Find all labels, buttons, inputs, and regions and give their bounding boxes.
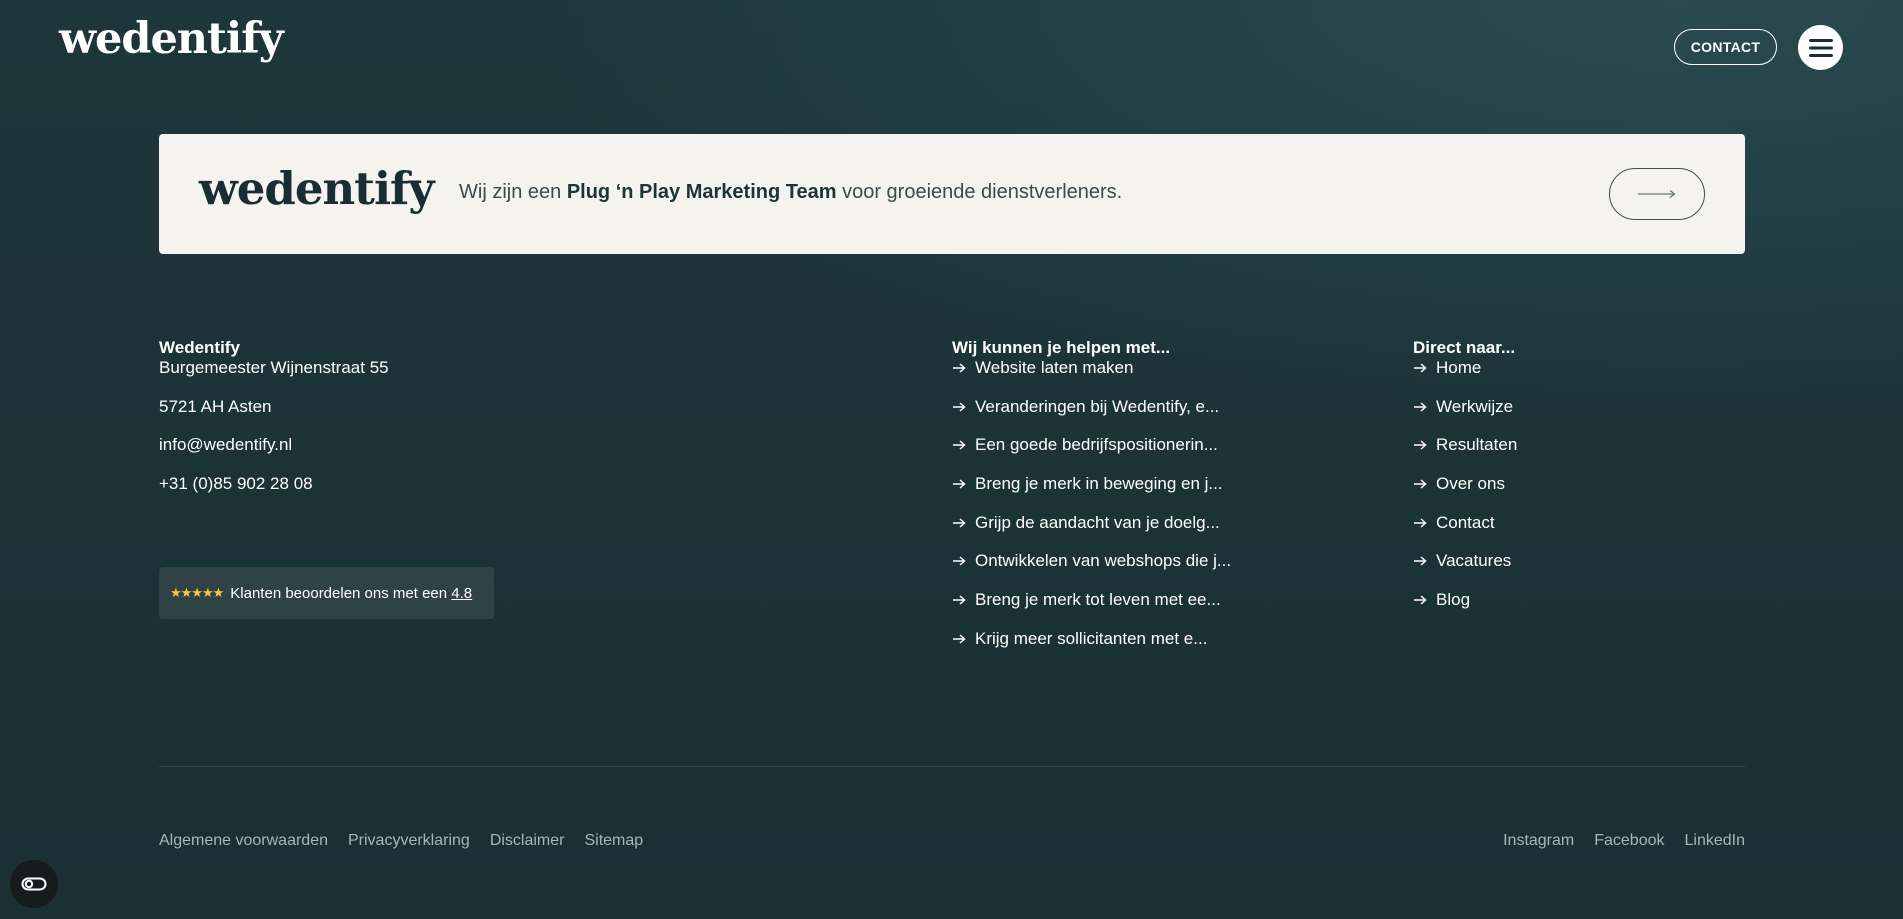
nav-link-over-ons[interactable]: Over ons	[1413, 474, 1517, 513]
service-link[interactable]: Ontwikkelen van webshops die j...	[952, 551, 1231, 590]
hamburger-menu-icon	[1808, 38, 1833, 57]
nav-link-home[interactable]: Home	[1413, 358, 1517, 397]
address-street: Burgemeester Wijnenstraat 55	[159, 358, 389, 377]
social-links: Instagram Facebook LinkedIn	[1503, 832, 1745, 850]
banner-arrow-button[interactable]	[1609, 168, 1705, 220]
nav-link-label: Blog	[1436, 590, 1471, 610]
social-link-linkedin[interactable]: LinkedIn	[1685, 832, 1746, 850]
service-label: Veranderingen bij Wedentify, e...	[975, 396, 1220, 416]
company-column: Wedentify Burgemeester Wijnenstraat 55 5…	[159, 338, 389, 513]
direct-links-column: Direct naar... Home Werkwijze Resultaten…	[1413, 338, 1517, 629]
email-link[interactable]: info@wedentify.nl	[159, 435, 389, 474]
nav-link-label: Over ons	[1436, 474, 1505, 494]
arrow-right-icon	[1413, 551, 1427, 571]
tagline-prefix: Wij zijn een	[459, 181, 567, 203]
rating-label: Klanten beoordelen ons met een	[230, 584, 452, 602]
service-label: Website laten maken	[975, 358, 1134, 377]
nav-link-vacatures[interactable]: Vacatures	[1413, 551, 1517, 590]
site-logo[interactable]: wedentify	[59, 14, 284, 64]
arrow-right-icon	[952, 358, 966, 378]
service-link[interactable]: Grijp de aandacht van je doelg...	[952, 513, 1231, 552]
service-label: Breng je merk tot leven met ee...	[975, 590, 1221, 610]
cookie-settings-button[interactable]	[10, 860, 58, 908]
nav-link-werkwijze[interactable]: Werkwijze	[1413, 397, 1517, 436]
tagline-banner: wedentify Wij zijn een Plug ‘n Play Mark…	[159, 134, 1745, 254]
arrow-right-icon	[952, 590, 966, 610]
menu-button[interactable]	[1798, 25, 1843, 70]
arrow-right-icon	[1413, 513, 1427, 533]
arrow-right-icon	[952, 513, 966, 533]
arrow-right-icon	[952, 435, 966, 455]
arrow-right-icon	[1413, 358, 1427, 378]
legal-link-terms[interactable]: Algemene voorwaarden	[159, 832, 328, 850]
arrow-right-icon	[1413, 397, 1427, 417]
cookie-settings-icon	[21, 877, 47, 891]
tagline-highlight: Plug ‘n Play Marketing Team	[566, 181, 837, 203]
nav-link-label: Home	[1436, 358, 1482, 377]
legal-link-sitemap[interactable]: Sitemap	[584, 832, 643, 850]
tagline-suffix: voor groeiende dienstverleners.	[836, 181, 1123, 203]
service-link[interactable]: Breng je merk tot leven met ee...	[952, 590, 1231, 629]
rating-text: Klanten beoordelen ons met een 4.8	[230, 585, 472, 602]
arrow-right-icon	[952, 397, 966, 417]
legal-link-privacy[interactable]: Privacyverklaring	[348, 832, 470, 850]
rating-value-link[interactable]: 4.8	[451, 585, 472, 602]
nav-link-contact[interactable]: Contact	[1413, 513, 1517, 552]
service-link[interactable]: Website laten maken	[952, 358, 1231, 397]
legal-link-disclaimer[interactable]: Disclaimer	[490, 832, 565, 850]
nav-link-blog[interactable]: Blog	[1413, 590, 1517, 629]
arrow-right-icon	[1413, 474, 1427, 494]
arrow-right-icon	[952, 629, 966, 649]
phone-link[interactable]: +31 (0)85 902 28 08	[159, 474, 389, 513]
social-link-instagram[interactable]: Instagram	[1503, 832, 1574, 850]
nav-link-resultaten[interactable]: Resultaten	[1413, 435, 1517, 474]
service-label: Een goede bedrijfspositionerin...	[975, 435, 1218, 455]
company-title: Wedentify	[159, 338, 240, 357]
service-label: Krijg meer sollicitanten met e...	[975, 628, 1208, 648]
long-arrow-right-icon	[1638, 189, 1676, 199]
nav-link-label: Resultaten	[1436, 435, 1518, 455]
arrow-right-icon	[1413, 435, 1427, 455]
arrow-right-icon	[952, 551, 966, 571]
services-column: Wij kunnen je helpen met... Website late…	[952, 338, 1231, 668]
legal-links: Algemene voorwaarden Privacyverklaring D…	[159, 832, 643, 850]
service-link[interactable]: Veranderingen bij Wedentify, e...	[952, 397, 1231, 436]
service-label: Breng je merk in beweging en j...	[975, 474, 1223, 494]
social-link-facebook[interactable]: Facebook	[1594, 832, 1664, 850]
banner-tagline: Wij zijn een Plug ‘n Play Marketing Team…	[459, 181, 1122, 204]
direct-links-title: Direct naar...	[1413, 338, 1516, 357]
nav-link-label: Vacatures	[1436, 551, 1512, 571]
service-link[interactable]: Krijg meer sollicitanten met e...	[952, 629, 1231, 668]
arrow-right-icon	[1413, 590, 1427, 610]
nav-link-label: Werkwijze	[1436, 396, 1514, 416]
service-label: Grijp de aandacht van je doelg...	[975, 512, 1220, 532]
address-postcode: 5721 AH Asten	[159, 396, 272, 416]
service-link[interactable]: Breng je merk in beweging en j...	[952, 474, 1231, 513]
service-label: Ontwikkelen van webshops die j...	[975, 551, 1232, 571]
nav-link-label: Contact	[1436, 512, 1495, 532]
footer-divider	[159, 766, 1745, 767]
rating-badge: ★★★★★ Klanten beoordelen ons met een 4.8	[159, 567, 494, 619]
arrow-right-icon	[952, 474, 966, 494]
services-title: Wij kunnen je helpen met...	[952, 338, 1171, 357]
service-link[interactable]: Een goede bedrijfspositionerin...	[952, 435, 1231, 474]
contact-button[interactable]: CONTACT	[1674, 29, 1777, 65]
star-rating-icon: ★★★★★	[170, 585, 224, 600]
banner-logo: wedentify	[199, 162, 435, 215]
